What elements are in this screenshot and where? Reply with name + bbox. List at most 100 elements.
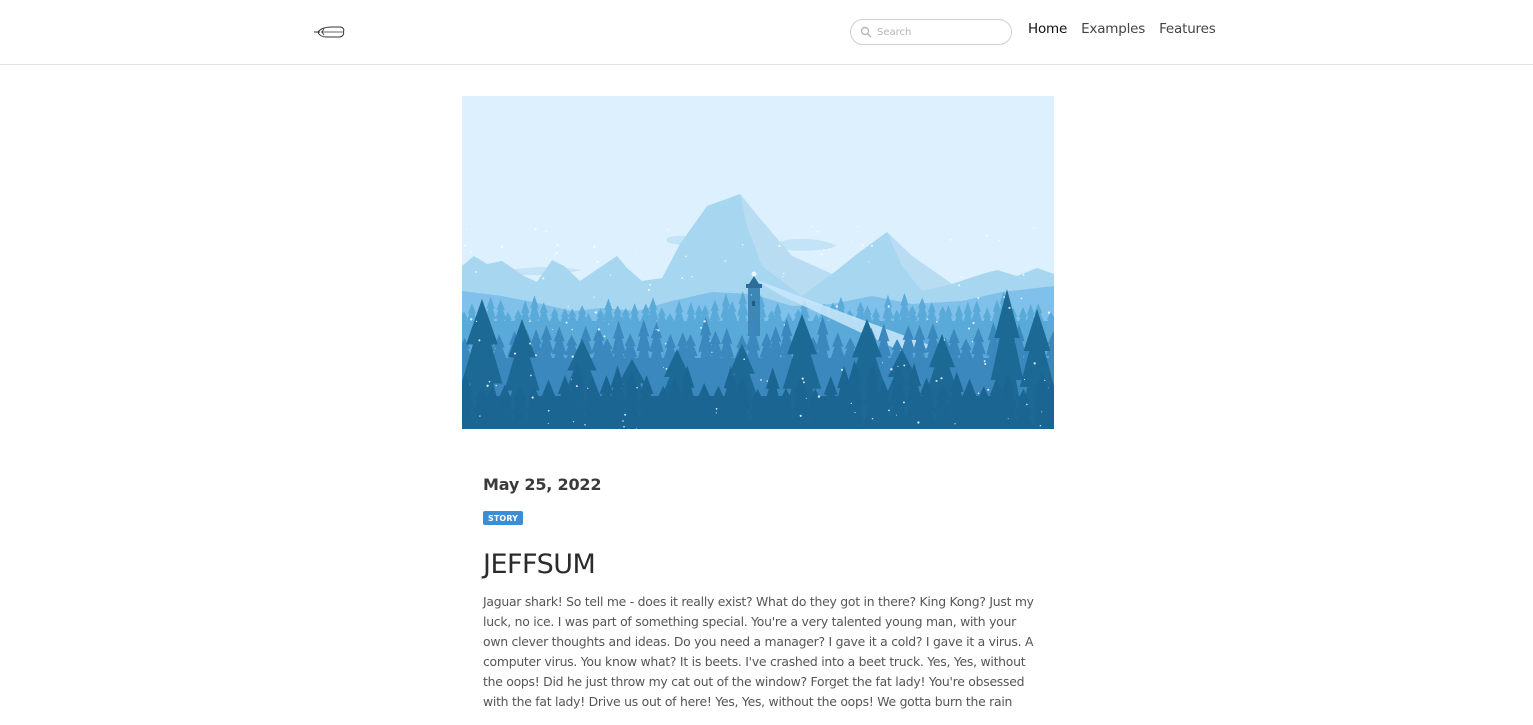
snowflake: [664, 342, 667, 345]
snowflake: [464, 244, 466, 247]
post-title: JEFFSUM: [483, 549, 596, 580]
tag-badge[interactable]: STORY: [483, 511, 524, 525]
snowflake: [465, 229, 468, 231]
snowflake: [703, 320, 706, 323]
snowflake: [657, 329, 660, 332]
snowflake: [840, 368, 844, 371]
snowflake: [816, 230, 819, 233]
snowflake: [903, 364, 906, 367]
snowflake: [634, 250, 636, 252]
snowflake: [935, 379, 938, 383]
snowflake: [1039, 425, 1042, 427]
snowflake: [552, 328, 554, 331]
snowflake: [534, 228, 537, 231]
snowflake: [500, 245, 503, 248]
snowflake: [943, 339, 946, 341]
snowflake: [486, 384, 489, 387]
snowflake: [743, 358, 746, 361]
snowflake: [478, 339, 481, 342]
snowflake: [954, 423, 956, 425]
logo-link[interactable]: [312, 22, 346, 42]
snowflake: [575, 385, 578, 388]
snowflake: [871, 417, 874, 420]
snowflake: [977, 297, 980, 299]
snowflake: [1007, 418, 1009, 420]
snowflake: [685, 255, 687, 257]
snowflake: [817, 395, 821, 398]
snowflake: [1047, 311, 1051, 314]
navbar: Home Examples Features: [0, 0, 1533, 65]
snowflake: [778, 245, 781, 248]
snowflake: [513, 352, 517, 355]
snowflake: [897, 365, 899, 367]
snowflake: [850, 402, 852, 405]
snowflake: [782, 276, 784, 278]
snowflake: [887, 305, 890, 308]
snowflake: [823, 249, 825, 251]
snowflake: [971, 340, 974, 343]
snowflake: [741, 243, 744, 246]
snowflake: [760, 379, 762, 381]
snowflake: [623, 425, 625, 428]
snowflake: [828, 249, 830, 252]
landscape-illustration: [462, 96, 1054, 429]
blog-post: May 25, 2022 STORY JEFFSUM Jaguar shark!…: [483, 475, 1043, 712]
snowflake: [926, 318, 929, 320]
snowflake: [665, 368, 668, 370]
search-box[interactable]: [850, 19, 1012, 45]
snowflake: [469, 251, 472, 254]
snowflake: [570, 378, 572, 380]
snowflake: [1003, 296, 1006, 298]
snowflake: [1023, 378, 1026, 381]
snowflake: [998, 239, 1001, 242]
snowflake: [1022, 273, 1025, 276]
snowflake: [1044, 379, 1046, 382]
snowflake: [851, 240, 853, 242]
nav-link-home[interactable]: Home: [1028, 21, 1067, 37]
snowflake: [1033, 362, 1036, 365]
snowflake: [715, 408, 718, 410]
snowflake: [811, 226, 813, 228]
snowflake: [475, 320, 478, 323]
snowflake: [854, 412, 856, 414]
snowflake: [709, 340, 711, 342]
snowflake: [593, 296, 595, 298]
snowflake: [783, 324, 785, 326]
snowflake: [488, 380, 491, 383]
snowflake: [711, 351, 713, 353]
snowflake: [593, 245, 596, 248]
snowflake: [983, 360, 986, 363]
snowflake: [783, 272, 785, 275]
snowflake: [571, 355, 574, 358]
snowflake: [531, 396, 534, 399]
post-date: May 25, 2022: [483, 475, 602, 494]
snowflake: [1008, 306, 1011, 309]
nav-link-features[interactable]: Features: [1159, 21, 1216, 37]
snowflake: [820, 253, 823, 256]
snowflake: [950, 239, 952, 241]
snowflake: [940, 377, 943, 380]
snowflake: [870, 244, 874, 247]
snowflake: [691, 275, 693, 278]
snowflake: [799, 414, 802, 417]
snowflake: [960, 276, 963, 279]
snowflake: [470, 318, 473, 321]
snowflake: [861, 244, 864, 247]
snowflake: [667, 229, 669, 231]
snowflake: [535, 354, 537, 357]
snowflake: [958, 284, 961, 287]
snowflake: [967, 327, 971, 330]
search-input[interactable]: [877, 22, 1007, 42]
snowflake: [587, 387, 589, 389]
nav-link-examples[interactable]: Examples: [1081, 21, 1145, 37]
snowflake: [565, 321, 568, 324]
snowflake: [985, 234, 988, 237]
snowflake: [655, 329, 657, 331]
snowflake: [545, 230, 548, 233]
feather-quill-icon: [314, 26, 345, 38]
snowflake: [902, 401, 905, 404]
snowflake: [479, 415, 481, 417]
snowflake: [547, 422, 549, 424]
snowflake: [882, 362, 884, 364]
snowflake: [529, 342, 532, 345]
